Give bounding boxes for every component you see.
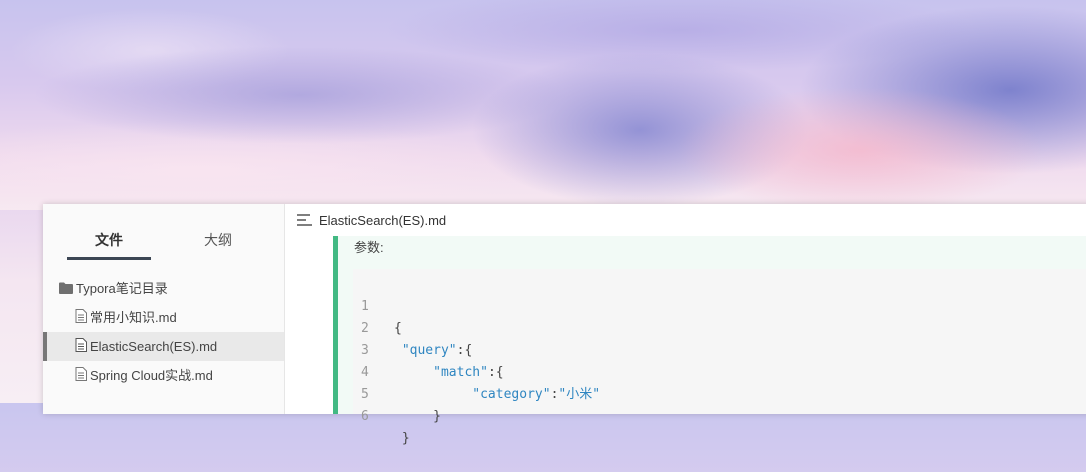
tree-file-label: Spring Cloud实战.md <box>90 368 213 383</box>
code-punct: :{ <box>487 365 504 380</box>
code-punct: :{ <box>456 343 473 358</box>
folder-icon <box>59 275 73 304</box>
code-key: "query" <box>401 343 457 358</box>
editor-filename: ElasticSearch(ES).md <box>319 213 447 228</box>
editor-header: ElasticSearch(ES).md <box>285 204 1086 236</box>
sidebar: 文件 大纲 Typora笔记目录 常用小知识.md ElasticSearch(… <box>43 204 285 414</box>
tree-folder[interactable]: Typora笔记目录 <box>43 274 284 303</box>
code-key: "category" <box>472 387 551 402</box>
menu-icon[interactable] <box>297 214 313 229</box>
code-line: 4 "category":"小米" <box>353 340 600 402</box>
code-text: } <box>394 431 410 446</box>
file-tree: Typora笔记目录 常用小知识.md ElasticSearch(ES).md… <box>43 274 284 390</box>
sidebar-tabs: 文件 大纲 <box>43 204 284 264</box>
tree-file-label: 常用小知识.md <box>90 310 177 325</box>
quote-label: 参数: <box>354 240 384 255</box>
code-line: 5 } <box>353 362 441 424</box>
file-icon <box>75 304 87 333</box>
file-icon <box>75 362 87 391</box>
tree-file-item[interactable]: 常用小知识.md <box>43 303 284 332</box>
code-line: 1 { <box>353 274 402 336</box>
typora-window: 文件 大纲 Typora笔记目录 常用小知识.md ElasticSearch(… <box>43 204 1086 446</box>
tab-files[interactable]: 文件 <box>67 230 151 260</box>
desktop-background <box>0 0 1086 210</box>
tab-outline[interactable]: 大纲 <box>173 230 263 260</box>
tab-outline-label: 大纲 <box>204 232 232 248</box>
code-line: 2 "query":{ <box>353 296 472 358</box>
tree-file-label: ElasticSearch(ES).md <box>90 339 218 354</box>
tab-files-label: 文件 <box>95 232 123 248</box>
tree-file-item[interactable]: Spring Cloud实战.md <box>43 361 284 390</box>
code-key: "match" <box>433 365 488 380</box>
code-block[interactable]: 1 { 2 "query":{ 3 "match":{ 4 "category"… <box>353 269 1086 446</box>
line-number: 6 <box>361 409 369 424</box>
tree-folder-label: Typora笔记目录 <box>76 281 168 296</box>
active-tab-indicator <box>67 257 151 260</box>
code-text: } <box>394 409 441 424</box>
tree-file-item-active[interactable]: ElasticSearch(ES).md <box>43 332 284 361</box>
code-value: "小米" <box>558 387 601 402</box>
file-icon <box>75 333 87 362</box>
code-line: 3 "match":{ <box>353 318 504 380</box>
